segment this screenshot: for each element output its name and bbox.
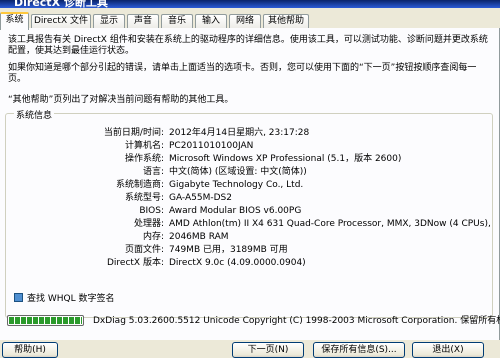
info-value: 749MB 已用，3189MB 可用 (169, 245, 288, 255)
info-row-directx-version: DirectX 版本: DirectX 9.0c (4.09.0000.0904… (6, 258, 492, 269)
tab-bar: 系统 DirectX 文件 显示 声音 音乐 输入 网络 其他帮助 (0, 12, 500, 30)
tab-sound[interactable]: 声音 (127, 14, 159, 29)
intro-paragraph-2: 如果你知道是哪个部分引起的错误，请单击上面适当的选项卡。否则，您可以使用下面的“… (8, 63, 477, 84)
info-row-computer-name: 计算机名: PC2011010100JAN (6, 141, 492, 152)
info-value: Gigabyte Technology Co., Ltd. (169, 180, 304, 190)
info-label: 系统制造商: (115, 180, 164, 190)
save-all-info-button[interactable]: 保存所有信息(S)... (313, 342, 405, 358)
info-value: DirectX 9.0c (4.09.0000.0904) (169, 258, 306, 268)
intro-paragraph-1: 该工具报告有关 DirectX 组件和安装在系统上的驱动程序的详细信息。使用该工… (8, 35, 488, 56)
next-page-button[interactable]: 下一页(N) (232, 342, 304, 358)
info-label: BIOS: (139, 206, 164, 216)
info-row-processor: 处理器: AMD Athlon(tm) II X4 631 Quad-Core … (6, 219, 492, 230)
intro-text: 该工具报告有关 DirectX 组件和安装在系统上的驱动程序的详细信息。使用该工… (8, 35, 488, 112)
info-value: Microsoft Windows XP Professional (5.1，版… (169, 154, 402, 164)
info-label: 页面文件: (124, 245, 164, 255)
info-value: GA-A55M-DS2 (169, 193, 232, 203)
tab-directx-files[interactable]: DirectX 文件 (31, 14, 91, 29)
intro-paragraph-3: “其他帮助”页列出了对解决当前问题有帮助的其他工具。 (8, 95, 234, 105)
info-label: 操作系统: (124, 154, 164, 164)
info-row-bios: BIOS: Award Modular BIOS v6.00PG (6, 206, 492, 217)
copyright-text: DxDiag 5.03.2600.5512 Unicode Copyright … (93, 316, 500, 326)
progress-bar (7, 315, 84, 326)
whql-checkbox-label: 查找 WHQL 数字签名 (27, 294, 115, 304)
system-info-legend: 系统信息 (14, 108, 55, 121)
info-row-os: 操作系统: Microsoft Windows XP Professional … (6, 154, 492, 165)
tab-input[interactable]: 输入 (195, 14, 227, 29)
info-label: 当前日期/时间: (103, 128, 164, 138)
info-value: 中文(简体) (区域设置: 中文(简体)) (169, 167, 307, 177)
info-label: 内存: (142, 232, 164, 242)
info-value: 2012年4月14日星期六, 23:17:28 (169, 128, 310, 138)
info-row-manufacturer: 系统制造商: Gigabyte Technology Co., Ltd. (6, 180, 492, 191)
info-value: AMD Athlon(tm) II X4 631 Quad-Core Proce… (169, 219, 491, 229)
system-info-group: 系统信息 当前日期/时间: 2012年4月14日星期六, 23:17:28 计算… (5, 108, 493, 318)
info-label: 计算机名: (124, 141, 164, 151)
info-value: Award Modular BIOS v6.00PG (169, 206, 302, 216)
info-row-model: 系统型号: GA-A55M-DS2 (6, 193, 492, 204)
whql-checkbox-row[interactable]: 查找 WHQL 数字签名 (14, 293, 115, 305)
exit-button[interactable]: 退出(X) (412, 342, 484, 358)
info-label: 处理器: (133, 219, 164, 229)
info-row-datetime: 当前日期/时间: 2012年4月14日星期六, 23:17:28 (6, 128, 492, 139)
info-row-language: 语言: 中文(简体) (区域设置: 中文(简体)) (6, 167, 492, 178)
tab-display[interactable]: 显示 (93, 14, 125, 29)
tab-system[interactable]: 系统 (0, 12, 29, 30)
progress-fill (9, 317, 82, 324)
window-title: DirectX 诊断工具 (14, 0, 108, 8)
info-value: PC2011010100JAN (169, 141, 254, 151)
info-label: 系统型号: (124, 193, 164, 203)
tab-music[interactable]: 音乐 (161, 14, 193, 29)
title-bar: DirectX 诊断工具 (0, 0, 500, 8)
info-value: 2046MB RAM (169, 232, 229, 242)
info-label: 语言: (142, 167, 164, 177)
tab-more-help[interactable]: 其他帮助 (263, 14, 309, 29)
tab-network[interactable]: 网络 (229, 14, 261, 29)
info-row-page-file: 页面文件: 749MB 已用，3189MB 可用 (6, 245, 492, 256)
info-label: DirectX 版本: (106, 258, 164, 268)
help-button[interactable]: 帮助(H) (2, 342, 58, 358)
whql-checkbox[interactable] (14, 293, 23, 302)
info-row-memory: 内存: 2046MB RAM (6, 232, 492, 243)
